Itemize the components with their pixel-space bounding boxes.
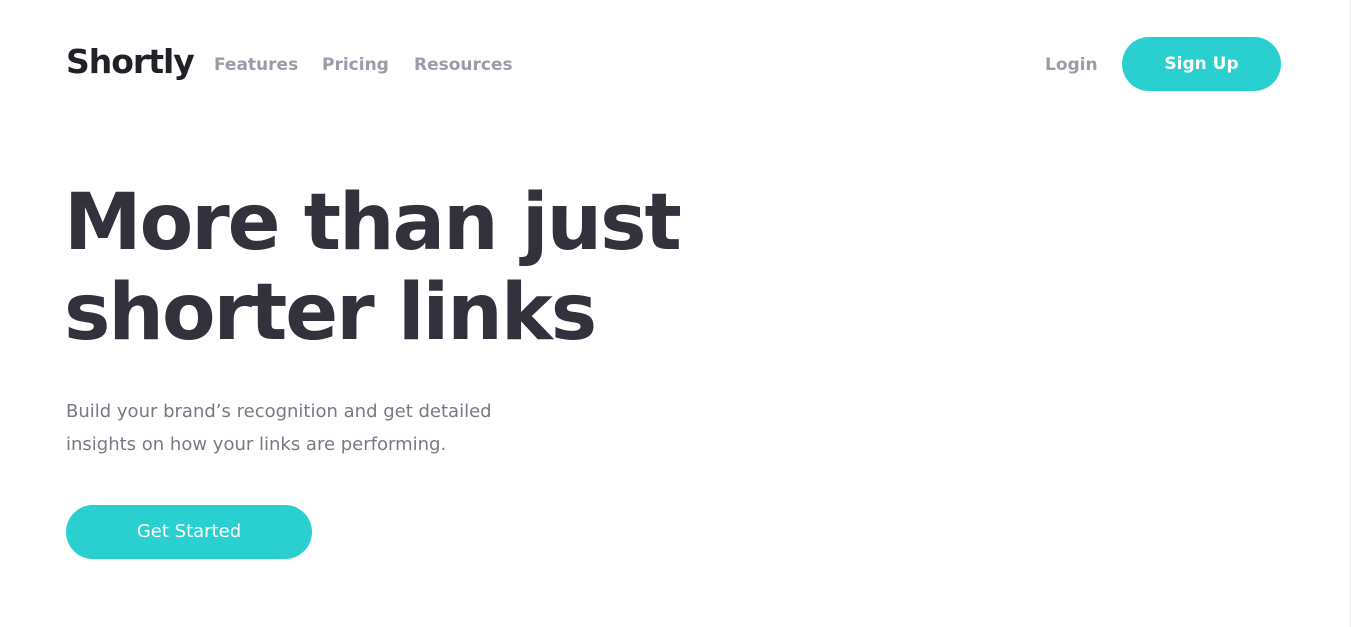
login-link[interactable]: Login bbox=[1045, 53, 1098, 77]
nav-link-pricing[interactable]: Pricing bbox=[322, 53, 389, 77]
sign-up-button[interactable]: Sign Up bbox=[1122, 37, 1281, 91]
landing-page: Shortly Features Pricing Resources Login… bbox=[0, 0, 1351, 627]
hero-subtitle: Build your brand’s recognition and get d… bbox=[66, 401, 492, 455]
nav-link-features[interactable]: Features bbox=[214, 53, 298, 77]
nav-link-resources[interactable]: Resources bbox=[414, 53, 513, 77]
shortly-logo[interactable]: Shortly bbox=[66, 40, 195, 84]
get-started-button[interactable]: Get Started bbox=[66, 505, 312, 559]
hero-title: More than just shorter links bbox=[64, 178, 682, 358]
